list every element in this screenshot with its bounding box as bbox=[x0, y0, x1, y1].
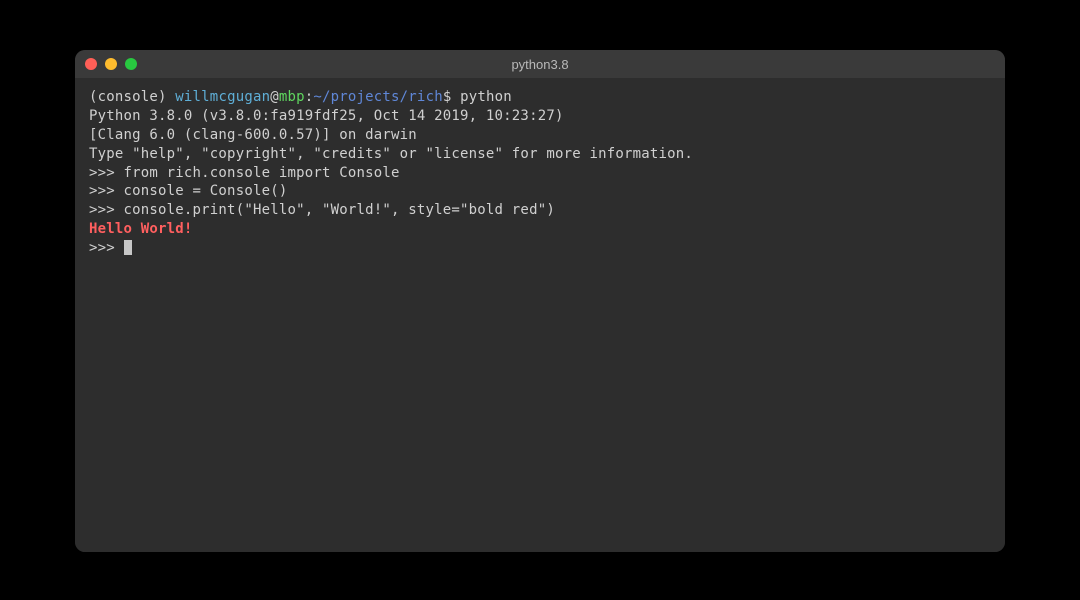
repl-line-cursor: >>> bbox=[89, 239, 991, 258]
maximize-icon[interactable] bbox=[125, 58, 137, 70]
terminal-window: python3.8 (console) willmcgugan@mbp:~/pr… bbox=[75, 50, 1005, 552]
repl-input: console = Console() bbox=[124, 183, 288, 199]
repl-input: console.print("Hello", "World!", style="… bbox=[124, 202, 555, 218]
python-banner-line-1: Python 3.8.0 (v3.8.0:fa919fdf25, Oct 14 … bbox=[89, 107, 991, 126]
shell-command: python bbox=[460, 89, 512, 105]
title-bar: python3.8 bbox=[75, 50, 1005, 78]
repl-line-1: >>> from rich.console import Console bbox=[89, 164, 991, 183]
prompt-dollar: $ bbox=[443, 89, 460, 105]
repl-prompt: >>> bbox=[89, 202, 124, 218]
prompt-env: (console) bbox=[89, 89, 175, 105]
minimize-icon[interactable] bbox=[105, 58, 117, 70]
prompt-user: willmcgugan bbox=[175, 89, 270, 105]
close-icon[interactable] bbox=[85, 58, 97, 70]
repl-line-2: >>> console = Console() bbox=[89, 182, 991, 201]
repl-line-3: >>> console.print("Hello", "World!", sty… bbox=[89, 201, 991, 220]
repl-prompt: >>> bbox=[89, 183, 124, 199]
shell-prompt-line: (console) willmcgugan@mbp:~/projects/ric… bbox=[89, 88, 991, 107]
repl-input: from rich.console import Console bbox=[124, 165, 400, 181]
python-banner-line-2: [Clang 6.0 (clang-600.0.57)] on darwin bbox=[89, 126, 991, 145]
traffic-lights bbox=[85, 58, 137, 70]
prompt-path: ~/projects/rich bbox=[313, 89, 442, 105]
prompt-host: mbp bbox=[279, 89, 305, 105]
prompt-at: @ bbox=[270, 89, 279, 105]
python-banner-line-3: Type "help", "copyright", "credits" or "… bbox=[89, 145, 991, 164]
repl-prompt: >>> bbox=[89, 240, 124, 256]
output-hello-world: Hello World! bbox=[89, 220, 991, 239]
repl-prompt: >>> bbox=[89, 165, 124, 181]
cursor-icon bbox=[124, 240, 132, 255]
terminal-body[interactable]: (console) willmcgugan@mbp:~/projects/ric… bbox=[75, 78, 1005, 552]
window-title: python3.8 bbox=[511, 57, 568, 72]
